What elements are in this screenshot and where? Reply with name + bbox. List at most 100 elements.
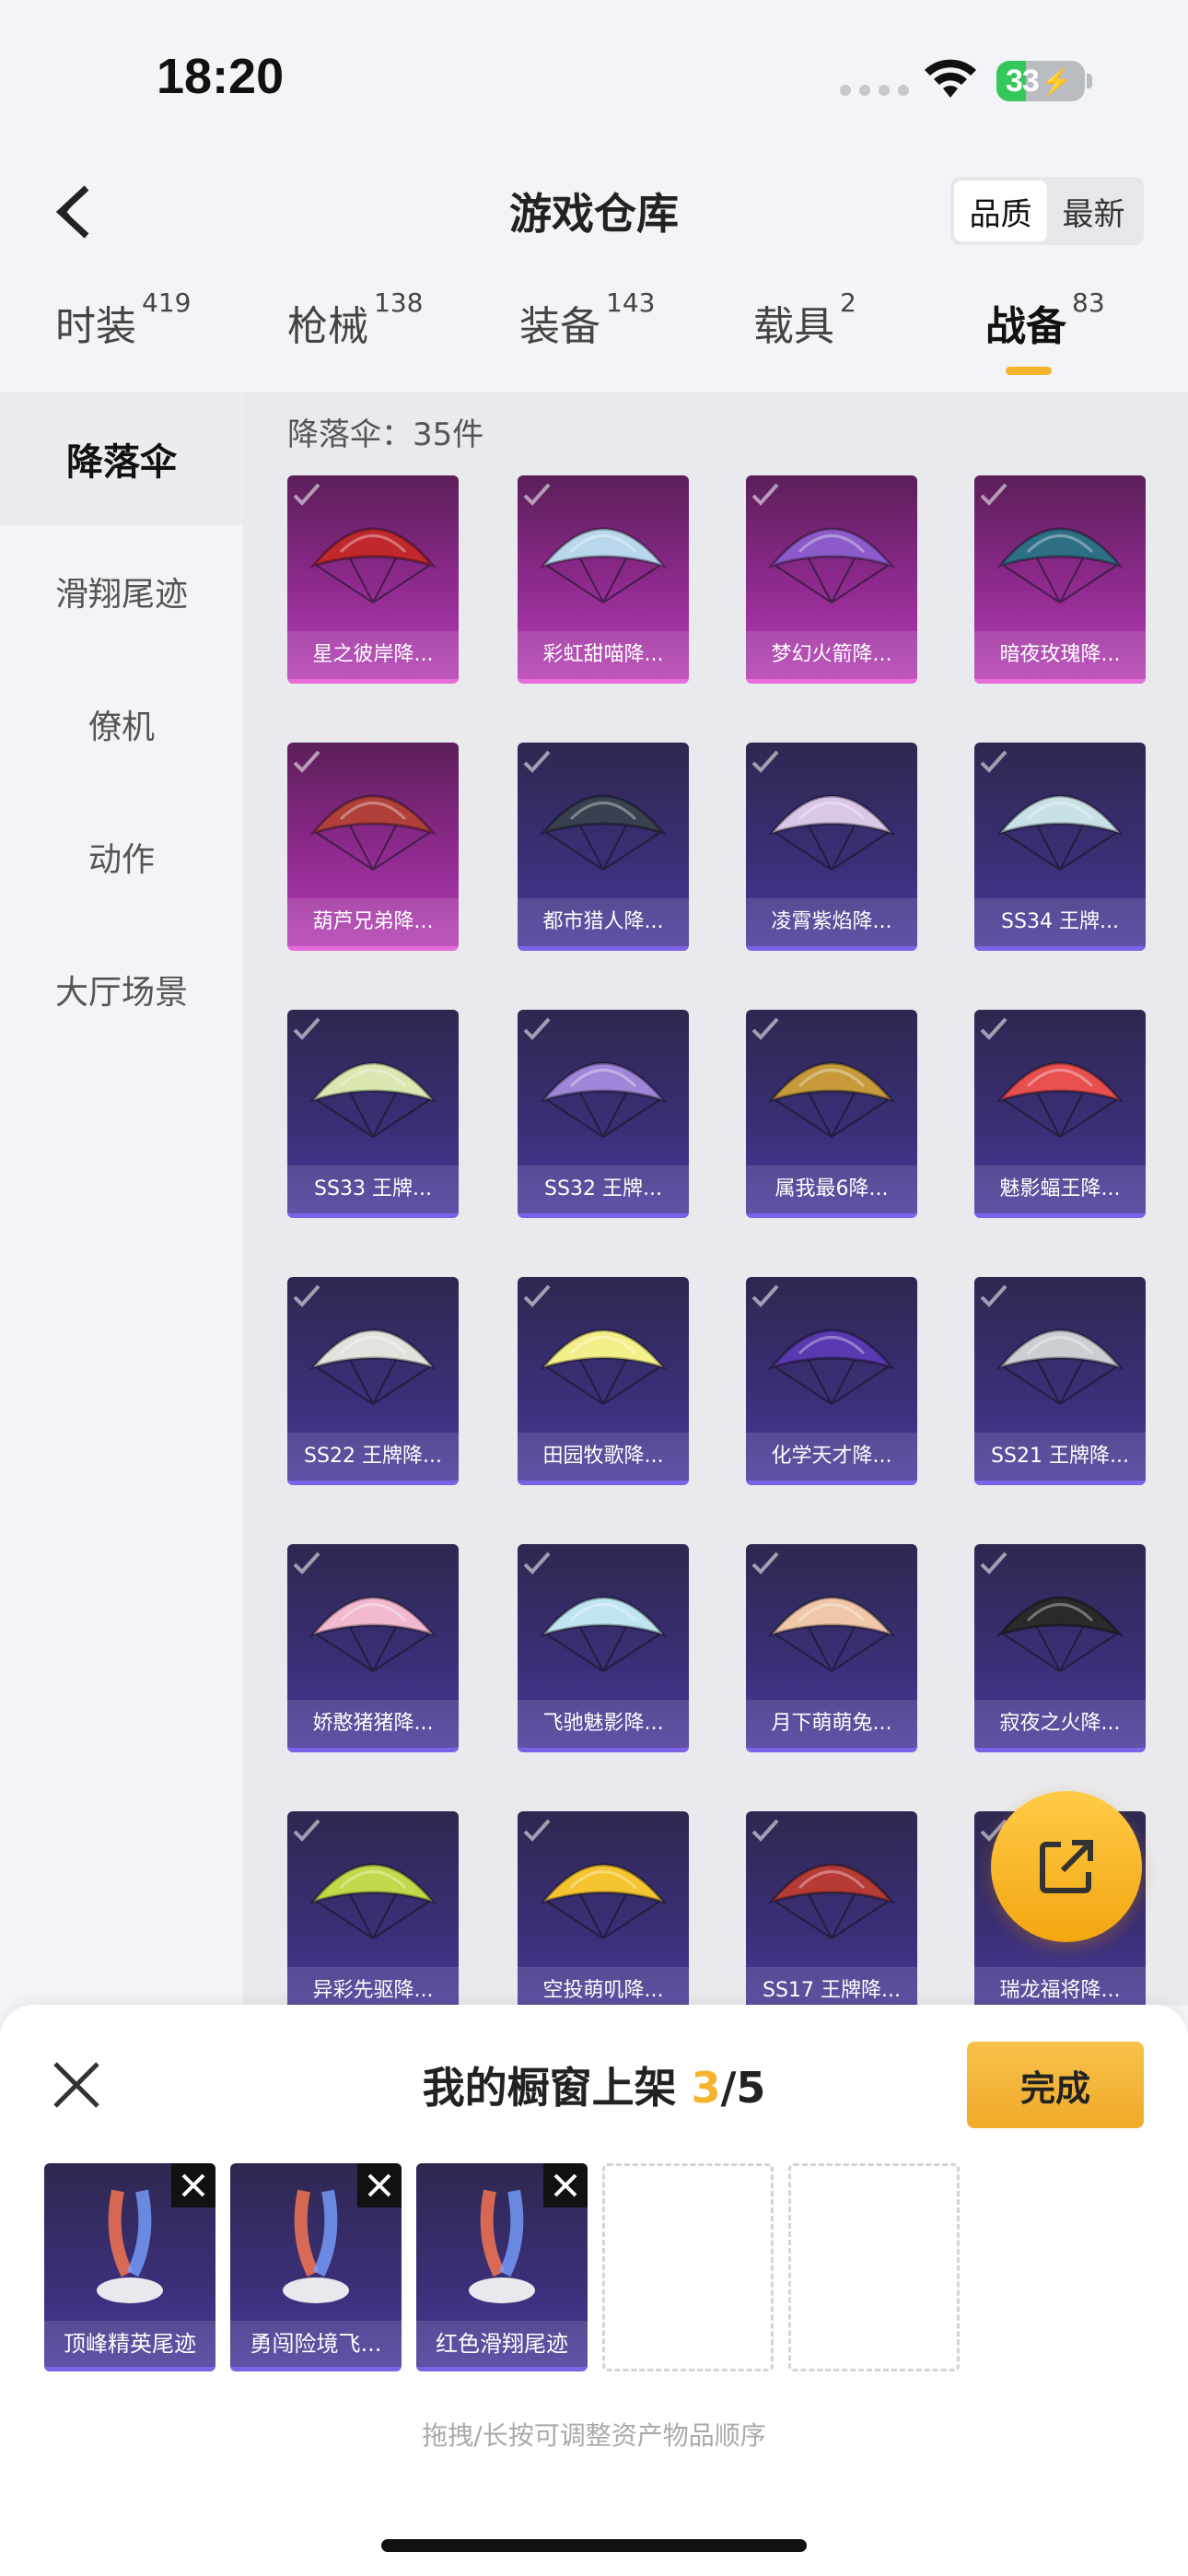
parachute-icon xyxy=(996,1329,1124,1405)
status-time: 18:20 xyxy=(157,49,285,104)
parachute-name: SS33 王牌... xyxy=(287,1165,459,1213)
parachute-card[interactable]: 属我最6降... xyxy=(746,1010,917,1218)
sidebar-item-parachute[interactable]: 降落伞 xyxy=(0,392,243,525)
parachute-name: 暗夜玫瑰降... xyxy=(974,631,1146,679)
parachute-name: SS17 王牌降... xyxy=(746,1967,917,2005)
tab-count: 138 xyxy=(374,287,424,318)
battery-icon: 33 ⚡ xyxy=(996,61,1085,101)
item-grid-area: 降落伞：35件 星之彼岸降... 彩虹甜喵降... 梦幻火箭降... 暗夜玫瑰降...… xyxy=(243,392,1188,2005)
showcase-item-name: 红色滑翔尾迹 xyxy=(416,2321,588,2367)
showcase-slot-empty[interactable] xyxy=(602,2163,774,2371)
parachute-icon xyxy=(309,1329,437,1405)
parachute-card[interactable]: 都市猎人降... xyxy=(518,743,689,951)
showcase-slot-empty[interactable] xyxy=(788,2163,960,2371)
showcase-max-count: 5 xyxy=(736,2063,766,2113)
parachute-card[interactable]: 葫芦兄弟降... xyxy=(287,743,459,951)
showcase-slot[interactable]: 红色滑翔尾迹 xyxy=(416,2163,588,2371)
parachute-card[interactable]: 魅影蝠王降... xyxy=(974,1010,1146,1218)
active-tab-indicator xyxy=(1006,367,1052,375)
parachute-name: 异彩先驱降... xyxy=(287,1967,459,2005)
parachute-icon xyxy=(767,527,896,603)
tab-vehicles[interactable]: 载具2 xyxy=(753,287,856,352)
parachute-card[interactable]: 娇憨猪猪降... xyxy=(287,1544,459,1752)
parachute-card[interactable]: 凌霄紫焰降... xyxy=(746,743,917,951)
showcase-item-name: 勇闯险境飞... xyxy=(230,2321,402,2367)
parachute-name: 田园牧歌降... xyxy=(518,1433,689,1481)
home-indicator[interactable] xyxy=(381,2539,807,2552)
tab-equipment[interactable]: 装备143 xyxy=(519,287,655,352)
remove-slot-button[interactable] xyxy=(357,2163,402,2207)
parachute-card[interactable]: SS17 王牌降... xyxy=(746,1811,917,2005)
battery-percent: 33 xyxy=(1006,63,1040,99)
parachute-name: 彩虹甜喵降... xyxy=(518,631,689,679)
parachute-card[interactable]: 飞驰魅影降... xyxy=(518,1544,689,1752)
tab-count: 83 xyxy=(1072,287,1105,318)
parachute-icon xyxy=(309,1596,437,1672)
parachute-card[interactable]: 星之彼岸降... xyxy=(287,475,459,684)
parachute-name: 魅影蝠王降... xyxy=(974,1165,1146,1213)
parachute-icon xyxy=(539,1863,668,1939)
status-bar: 18:20 33 ⚡ xyxy=(0,0,1188,157)
parachute-icon xyxy=(996,1596,1124,1672)
parachute-card[interactable]: 寂夜之火降... xyxy=(974,1544,1146,1752)
close-icon xyxy=(181,2173,205,2197)
sidebar-item-lobby-scene[interactable]: 大厅场景 xyxy=(0,923,243,1056)
remove-slot-button[interactable] xyxy=(171,2163,215,2207)
parachute-name: 娇憨猪猪降... xyxy=(287,1700,459,1748)
parachute-card[interactable]: 异彩先驱降... xyxy=(287,1811,459,2005)
parachute-name: 月下萌萌兔... xyxy=(746,1700,917,1748)
reorder-hint: 拖拽/长按可调整资产物品顺序 xyxy=(422,2420,766,2451)
parachute-icon xyxy=(767,1596,896,1672)
parachute-name: SS32 王牌... xyxy=(518,1165,689,1213)
tab-firearms[interactable]: 枪械138 xyxy=(287,287,423,352)
sort-quality-button[interactable]: 品质 xyxy=(954,181,1047,241)
parachute-card[interactable]: 空投萌叽降... xyxy=(518,1811,689,2005)
parachute-card[interactable]: 月下萌萌兔... xyxy=(746,1544,917,1752)
sidebar-item-glide-trail[interactable]: 滑翔尾迹 xyxy=(0,525,243,658)
share-button[interactable] xyxy=(991,1791,1142,1942)
parachute-icon xyxy=(309,794,437,871)
showcase-count-separator: / xyxy=(720,2063,737,2113)
tab-label: 枪械 xyxy=(287,303,368,350)
parachute-card[interactable]: 田园牧歌降... xyxy=(518,1277,689,1485)
parachute-card[interactable]: 梦幻火箭降... xyxy=(746,475,917,684)
parachute-card[interactable]: 暗夜玫瑰降... xyxy=(974,475,1146,684)
showcase-item-name: 顶峰精英尾迹 xyxy=(44,2321,215,2367)
parachute-name: 瑞龙福将降... xyxy=(974,1967,1146,2005)
tab-fashion[interactable]: 时装419 xyxy=(55,287,191,352)
done-button[interactable]: 完成 xyxy=(967,2042,1144,2128)
showcase-slot[interactable]: 顶峰精英尾迹 xyxy=(44,2163,215,2371)
sort-newest-button[interactable]: 最新 xyxy=(1047,181,1140,241)
tab-label: 时装 xyxy=(55,303,136,350)
parachute-name: SS22 王牌降... xyxy=(287,1433,459,1481)
parachute-card[interactable]: SS32 王牌... xyxy=(518,1010,689,1218)
parachute-icon xyxy=(309,1061,437,1138)
parachute-card[interactable]: 彩虹甜喵降... xyxy=(518,475,689,684)
parachute-name: 葫芦兄弟降... xyxy=(287,898,459,946)
sidebar-item-wingman[interactable]: 僚机 xyxy=(0,658,243,790)
parachute-icon xyxy=(996,794,1124,871)
parachute-card[interactable]: 化学天才降... xyxy=(746,1277,917,1485)
parachute-icon xyxy=(767,1863,896,1939)
parachute-icon xyxy=(996,1061,1124,1138)
parachute-card[interactable]: SS21 王牌降... xyxy=(974,1277,1146,1485)
sidebar-item-emote[interactable]: 动作 xyxy=(0,790,243,923)
remove-slot-button[interactable] xyxy=(543,2163,588,2207)
parachute-name: 星之彼岸降... xyxy=(287,631,459,679)
showcase-slot[interactable]: 勇闯险境飞... xyxy=(230,2163,402,2371)
parachute-name: 属我最6降... xyxy=(746,1165,917,1213)
parachute-card[interactable]: SS33 王牌... xyxy=(287,1010,459,1218)
app-screen: { "status_bar": {"time": "18:20", "batte… xyxy=(0,0,1188,2576)
parachute-name: SS21 王牌降... xyxy=(974,1433,1146,1481)
parachute-icon xyxy=(539,1061,668,1138)
parachute-icon xyxy=(309,527,437,603)
parachute-name: 化学天才降... xyxy=(746,1433,917,1481)
parachute-icon xyxy=(539,1329,668,1405)
parachute-icon xyxy=(539,1596,668,1672)
tab-battle-gear[interactable]: 战备83 xyxy=(985,287,1105,352)
tab-label: 载具 xyxy=(753,303,834,350)
sort-toggle: 品质 最新 xyxy=(950,177,1144,245)
parachute-name: 飞驰魅影降... xyxy=(518,1700,689,1748)
parachute-card[interactable]: SS22 王牌降... xyxy=(287,1277,459,1485)
parachute-card[interactable]: SS34 王牌... xyxy=(974,743,1146,951)
